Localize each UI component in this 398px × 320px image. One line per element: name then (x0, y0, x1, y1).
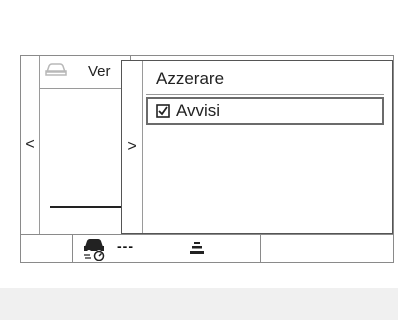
screen-canvas: < Ver > Azzerare Avvisi --- (0, 0, 398, 320)
menu-item-avvisi[interactable]: Avvisi (146, 97, 384, 125)
right-arrow-icon[interactable]: > (122, 61, 143, 233)
car-icon (45, 63, 67, 76)
background-page-title: Ver (88, 63, 111, 80)
status-value-text: --- (117, 238, 134, 254)
background-page: Ver (40, 56, 131, 234)
left-arrow-icon[interactable]: < (21, 56, 40, 234)
status-segment-left (21, 235, 73, 263)
status-segment-center: --- (73, 235, 261, 263)
driver-assist-icon (84, 239, 105, 261)
status-segment-right (261, 235, 393, 263)
checkbox-checked-icon[interactable] (156, 104, 170, 118)
background-page-header: Ver (40, 56, 130, 89)
left-arrow-glyph: < (25, 136, 35, 153)
menu-item-label: Avvisi (176, 101, 221, 120)
menu-title-divider (146, 94, 384, 95)
background-indicator-line (50, 206, 122, 208)
menu-title: Azzerare (156, 69, 225, 88)
info-display: < Ver > Azzerare Avvisi --- (20, 55, 394, 263)
lane-icon (190, 242, 204, 254)
footer-area (0, 288, 398, 320)
menu-panel: > Azzerare Avvisi (121, 60, 393, 234)
status-bar: --- (21, 234, 393, 263)
right-arrow-glyph: > (127, 138, 137, 155)
